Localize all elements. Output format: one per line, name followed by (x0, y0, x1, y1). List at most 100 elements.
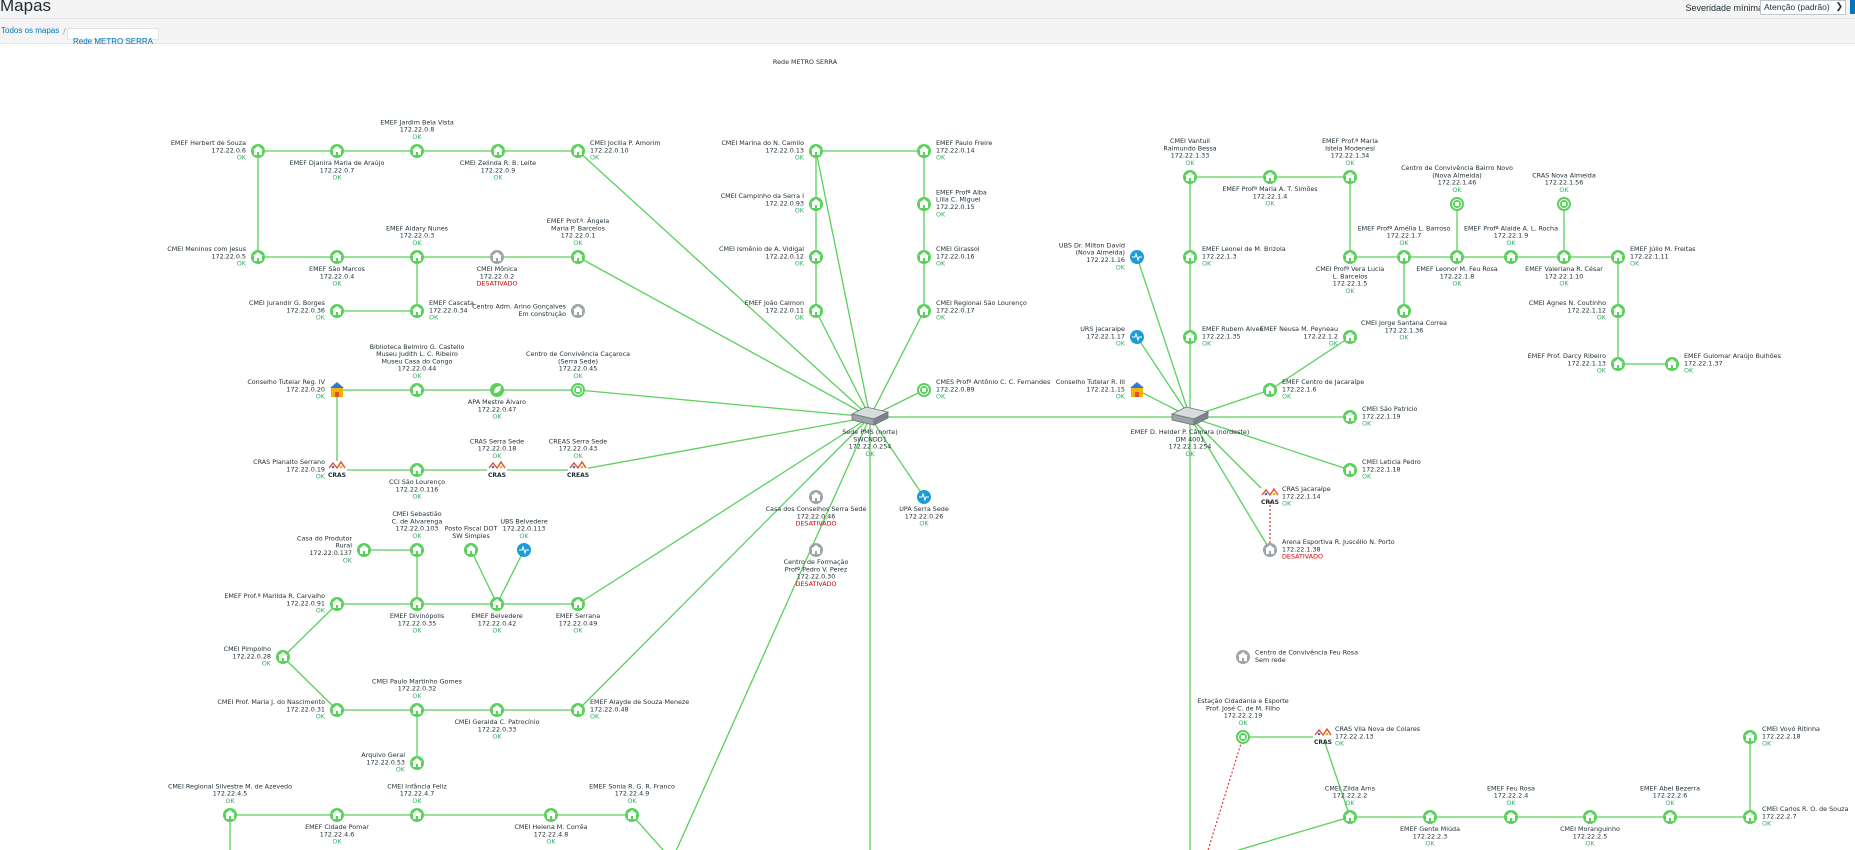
school-icon (330, 808, 344, 822)
map-node-n14[interactable]: Conselho Tutelar Reg. IV172.22.0.20OK (247, 378, 344, 401)
map-node-n76[interactable]: EMEF D. Helder P. Câmara (nordeste)DM 40… (1131, 406, 1250, 458)
map-node-n38[interactable]: EMEF Sonia R. G. R. Franco172.22.4.9OK (589, 782, 675, 822)
map-node-n37[interactable]: CMEI Infância Feliz172.22.4.7OK (387, 782, 447, 822)
map-node-n29[interactable]: EMEF Serrana172.22.0.49OK (556, 597, 600, 635)
map-node-n78[interactable]: CMEI Leticia Pedro172.22.1.18OK (1343, 458, 1421, 481)
map-node-n2[interactable]: EMEF Djanira Maria de Araújo172.22.0.7OK (290, 144, 385, 182)
map-node-n32[interactable]: CMEI Prof. Maria J. do Nascimento172.22.… (217, 698, 344, 721)
map-node-n3[interactable]: EMEF Jardim Bela Vista172.22.0.8OK (380, 118, 454, 158)
map-node-n42[interactable]: EMEF Paulo Freire172.22.0.14OK (917, 139, 992, 162)
map-node-n55[interactable]: EMEF Profª Maria A. T. Simões172.22.1.4O… (1222, 170, 1318, 208)
map-title: Rede METRO SERRA (773, 58, 838, 66)
map-node-n34[interactable]: EMEF Alayde de Souza Meneze172.22.0.48OK (571, 698, 689, 721)
map-node-n68[interactable]: URS Jacaraipe172.22.1.17OK (1080, 325, 1144, 348)
map-node-n7[interactable]: EMEF São Marcos172.22.0.4OK (309, 250, 366, 288)
map-node-n21[interactable]: CREASCREAS Serra Sede172.22.0.43OK (549, 437, 608, 479)
map-node-n85[interactable]: CMEI Zilda Arns172.22.2.2OK (1325, 784, 1376, 824)
map-node-n20[interactable]: CRASCRAS Serra Sede172.22.0.18OK (470, 437, 524, 479)
map-node-n5[interactable]: CMEI Jocilia P. Amorim172.22.0.10OK (571, 139, 661, 162)
map-node-n89[interactable]: EMEF Gente Miúda172.22.2.3OK (1400, 810, 1460, 848)
map-node-n60[interactable]: EMEF Leonel de M. Brizola172.22.1.3OK (1183, 245, 1286, 268)
breadcrumb-separator: / (63, 27, 66, 36)
map-node-n87[interactable]: EMEF Abel Bezerra172.22.2.6OK (1640, 784, 1700, 824)
map-node-n73[interactable]: EMEF Gulomar Araújo Bulhões172.22.1.37OK (1665, 352, 1782, 375)
status-ok: OK (1630, 260, 1640, 268)
map-node-n40[interactable]: CMEI Helena M. Corrêa172.22.4.8OK (514, 808, 588, 846)
map-node-n59[interactable]: UBS Dr. Milton David(Nova Almeida)172.22… (1059, 241, 1144, 271)
map-node-n72[interactable]: EMEF Prof. Darcy Ribeiro172.22.1.13OK (1528, 352, 1625, 375)
map-node-n53[interactable]: Centro de FormaçãoProfª Pedro V. Perez17… (784, 543, 849, 588)
map-node-n25[interactable]: UBS Belvedere172.22.0.113OK (500, 517, 548, 557)
map-node-n4[interactable]: CMEI Zelinda R. B. Leite172.22.0.9OK (460, 144, 536, 182)
map-node-n66[interactable]: EMEF Valeriana R. César172.22.1.10OK (1525, 250, 1603, 288)
map-node-n74[interactable]: Conselho Tutelar R. III172.22.1.15OK (1056, 378, 1144, 401)
map-node-n13[interactable]: Centro Adm. Arino GonçalvesEm construção (472, 303, 585, 318)
map-node-n19[interactable]: CCI São Lourenço172.22.0.116OK (389, 463, 445, 501)
map-node-n86[interactable]: EMEF Feu Rosa172.22.2.4OK (1487, 784, 1535, 824)
map-node-n49[interactable]: CMES Profº Antônio C. C. Fernandes172.22… (917, 378, 1051, 401)
map-node-n12[interactable]: EMEF Cascata172.22.0.34OK (410, 299, 474, 322)
school-icon (809, 250, 823, 264)
map-node-n90[interactable]: CMEI Moranguinho172.22.2.5OK (1560, 810, 1620, 848)
map-node-n11[interactable]: CMEI Jurandir G. Borges172.22.0.36OK (249, 299, 344, 322)
map-node-n57[interactable]: Centro de Convivência Bairro Novo(Nova A… (1401, 164, 1513, 211)
map-node-n67[interactable]: CMEI Agnes N. Coutinho172.22.1.12OK (1529, 299, 1625, 322)
map-node-n28[interactable]: EMEF Belvedere172.22.0.42OK (471, 597, 523, 635)
map-node-n83[interactable]: CRASCRAS Vila Nova de Colares172.22.2.13… (1313, 725, 1421, 748)
map-node-n1[interactable]: EMEF Herbert de Souza172.22.0.6OK (171, 139, 265, 162)
map-node-n45[interactable]: CMEI Ismênio de A. Vidigal172.22.0.12OK (719, 245, 823, 268)
map-node-n84[interactable]: CMEI Vovó Ritinha172.22.2.18OK (1743, 725, 1820, 748)
map-node-n24[interactable]: Posto Fiscal DOTSW Simples (445, 525, 498, 557)
map-node-n8[interactable]: EMEF Aldary Nunes172.22.0.3OK (386, 224, 449, 264)
map-node-n71[interactable]: EMEF Neusa M. Peyneau172.22.1.2OK (1260, 325, 1357, 348)
map-node-n30[interactable]: CMEI Pimpolho172.22.0.28OK (224, 645, 290, 668)
map-node-n51[interactable]: Casa dos Conselhos Serra Sede172.22.0.46… (766, 490, 867, 528)
school-icon (809, 144, 823, 158)
map-node-n6[interactable]: CMEI Meninos com Jesus172.22.0.5OK (167, 245, 265, 268)
school-icon (1504, 250, 1518, 264)
map-node-n79[interactable]: CRASCRAS Jacaraípe172.22.1.14OK (1260, 485, 1331, 508)
network-map[interactable]: Rede METRO SERRA EMEF Herbert de Souza17… (0, 44, 1855, 850)
map-node-n52[interactable]: UPA Serra Sede172.22.0.26OK (899, 490, 949, 528)
status-ok: OK (316, 607, 326, 615)
map-node-n48[interactable]: CMEI Regional São Lourenço172.22.0.17OK (917, 299, 1027, 322)
header-action-button[interactable] (1850, 0, 1855, 14)
map-node-n18[interactable]: CRASCRAS Planalto Serrano172.22.0.19OK (253, 458, 347, 481)
school-icon (410, 463, 424, 477)
map-node-n15[interactable]: Biblioteca Belmiro G. CastelloMuseu Judi… (370, 343, 465, 397)
map-node-n58[interactable]: CRAS Nova Almeida172.22.1.56OK (1532, 171, 1596, 211)
map-node-n77[interactable]: CMEI São Patrício172.22.1.19OK (1343, 405, 1418, 428)
map-node-n9[interactable]: CMEI Mônica172.22.0.2DESATIVADO (476, 250, 518, 288)
map-node-n33[interactable]: CMEI Geralda C. Patrocínio172.22.0.33OK (454, 703, 540, 741)
map-node-n81[interactable]: Centro de Convivência Feu RosaSem rede (1236, 649, 1358, 664)
status-ok: OK (316, 314, 326, 322)
map-node-n26[interactable]: EMEF Prof.ª Marilda R. Carvalho172.22.0.… (224, 592, 344, 615)
status-ok: OK (1282, 500, 1292, 508)
map-node-n70[interactable]: CMEI Jorge Santana Correa172.22.1.36OK (1361, 304, 1447, 342)
map-node-n65[interactable]: EMEF Leonor M. Feu Rosa172.22.1.8OK (1416, 250, 1498, 288)
map-node-n36[interactable]: CMEI Regional Silvestre M. de Azevedo172… (168, 782, 292, 822)
map-node-n62[interactable]: EMEF Profª Alaide A. L. Rocha172.22.1.9O… (1464, 224, 1558, 264)
school-icon (1343, 170, 1357, 184)
map-node-n22[interactable]: Casa do ProdutorRural172.22.0.137OK (297, 534, 371, 564)
conselho-icon (1130, 382, 1144, 397)
map-node-n63[interactable]: EMEF Júlio M. Freitas172.22.1.11OK (1611, 245, 1696, 268)
map-node-n31[interactable]: CMEI Paulo Martinho Gomes172.22.0.32OK (372, 677, 463, 717)
map-node-n27[interactable]: EMEF Divinópolis172.22.0.35OK (390, 597, 445, 635)
map-node-n43[interactable]: CMEI Campinho da Serra I172.22.0.93OK (721, 192, 823, 215)
map-node-n69[interactable]: EMEF Rubem Alves172.22.1.35OK (1183, 325, 1264, 348)
map-node-n46[interactable]: CMEI Girassol172.22.0.16OK (917, 245, 980, 268)
map-node-n80[interactable]: Arena Esportiva R. Juscélio N. Porto172.… (1263, 538, 1395, 561)
map-node-n41[interactable]: CMEI Marina do N. Camilo172.22.0.13OK (721, 139, 823, 162)
map-node-n39[interactable]: EMEF Cidade Pomar172.22.4.6OK (305, 808, 369, 846)
map-node-n44[interactable]: EMEF Profª AlbaLilia C. Miguel172.22.0.1… (917, 188, 987, 218)
map-node-n16[interactable]: APA Mestre Álvaro172.22.0.47OK (468, 383, 526, 421)
severity-select[interactable]: Atenção (padrão) ❯ (1760, 0, 1846, 15)
map-node-n61[interactable]: EMEF Profª Amélia L. Barroso172.22.1.7OK (1358, 224, 1451, 264)
map-node-n88[interactable]: CMEI Carlos R. O. de Souza172.22.2.7OK (1743, 805, 1848, 828)
health-icon (1130, 330, 1144, 344)
map-node-n35[interactable]: Arquivo Geral172.22.0.53OK (361, 751, 424, 774)
map-node-n47[interactable]: EMEF João Calmon172.22.0.11OK (745, 299, 823, 322)
breadcrumb-all-maps[interactable]: Todos os mapas (1, 26, 59, 35)
map-node-n75[interactable]: EMEF Centro de Jacaraípe172.22.1.6OK (1263, 378, 1364, 401)
